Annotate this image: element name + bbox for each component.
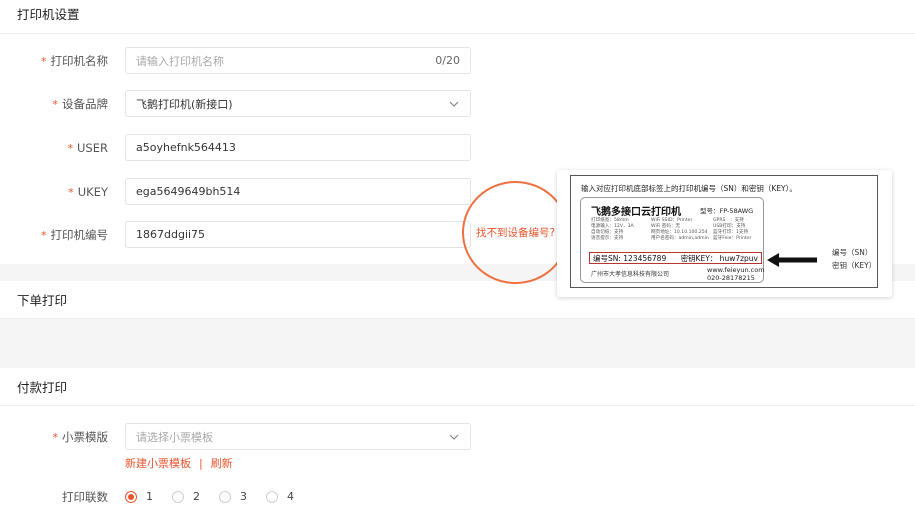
radio-icon: [266, 490, 278, 503]
copies-option-2[interactable]: 2: [172, 490, 200, 503]
sticker-key: 密钥KEY： huw7zpuv: [680, 253, 758, 263]
printer-name-label-text: 打印机名称: [50, 54, 109, 68]
ukey-label-text: UKEY: [77, 185, 108, 199]
printer-name-counter: 0/20: [435, 54, 460, 67]
brand-label-text: 设备品牌: [62, 97, 108, 111]
label-side-notes: 编号（SN） 密钥（KEY）: [832, 246, 876, 272]
not-found-hint-text: 找不到设备编号?: [475, 227, 556, 239]
required-mark: *: [52, 98, 59, 111]
required-mark: *: [41, 55, 47, 68]
template-select[interactable]: 请选择小票模板: [125, 423, 471, 450]
template-label-text: 小票模版: [62, 430, 108, 444]
printer-label-example: 输入对应打印机底部标签上的打印机编号（SN）和密钥（KEY）。 飞鹅多接口云打印…: [557, 170, 892, 297]
copies-option-label: 4: [287, 490, 294, 503]
printer-sn-label-text: 打印机编号: [50, 228, 109, 242]
copies-label: 打印联数: [62, 490, 108, 504]
sticker-contact: www.feieyun.com 020-28178215: [707, 266, 765, 282]
printer-name-input[interactable]: 请输入打印机名称 0/20: [125, 47, 471, 74]
sticker-model: 型号：FP-58AWG: [700, 207, 754, 215]
required-mark: *: [52, 431, 59, 444]
chevron-down-icon: [448, 431, 460, 443]
refresh-link[interactable]: 刷新: [211, 457, 233, 470]
user-label: * USER: [68, 134, 108, 162]
template-select-placeholder: 请选择小票模板: [136, 430, 213, 444]
brand-row: * 设备品牌 飞鹅打印机(新接口): [0, 90, 915, 118]
radio-icon: [125, 490, 137, 503]
sticker-sn-key-box: 编号SN: 123456789 密钥KEY： huw7zpuv: [589, 252, 762, 264]
user-label-text: USER: [77, 141, 108, 155]
required-mark: *: [67, 142, 74, 155]
printer-sticker: 飞鹅多接口云打印机 型号：FP-58AWG 打印纸宽：58mm WiFi SSI…: [580, 197, 765, 283]
side-key-note: 密钥（KEY）: [832, 261, 877, 270]
arrow-left-icon: [767, 252, 817, 268]
user-input-value: a5oyhefnk564413: [136, 141, 236, 154]
label-caption: 输入对应打印机底部标签上的打印机编号（SN）和密钥（KEY）。: [581, 184, 797, 193]
sticker-spec: 语音提示：支持: [591, 236, 624, 241]
ukey-input[interactable]: ega5649649bh514: [125, 178, 471, 205]
copies-option-1[interactable]: 1: [125, 490, 153, 503]
label-frame: 输入对应打印机底部标签上的打印机编号（SN）和密钥（KEY）。 飞鹅多接口云打印…: [570, 175, 878, 288]
copies-option-label: 2: [193, 490, 200, 503]
sticker-title: 飞鹅多接口云打印机: [591, 207, 681, 218]
printer-name-label: * 打印机名称: [41, 47, 108, 75]
chevron-down-icon: [448, 98, 460, 110]
printer-sn-input[interactable]: 1867ddgii75: [125, 221, 471, 248]
section-title-payment-print: 付款打印: [0, 368, 915, 406]
template-links: 新建小票模板 | 刷新: [125, 455, 233, 471]
sticker-website: www.feieyun.com: [707, 266, 765, 274]
sticker-spec: 蓝牙Feie：Printer: [713, 236, 752, 241]
ukey-input-value: ega5649649bh514: [136, 185, 241, 198]
printer-name-row: * 打印机名称 请输入打印机名称 0/20: [0, 47, 915, 75]
sticker-company: 广州市大孝信息科技有限公司: [591, 271, 670, 278]
user-input[interactable]: a5oyhefnk564413: [125, 134, 471, 161]
page: 打印机设置 * 打印机名称 请输入打印机名称 0/20 * 设备品牌 飞鹅打印机(新…: [0, 0, 915, 509]
required-mark: *: [41, 229, 47, 242]
radio-icon: [219, 490, 231, 503]
required-mark: *: [68, 186, 74, 199]
brand-select[interactable]: 飞鹅打印机(新接口): [125, 90, 471, 117]
new-template-link[interactable]: 新建小票模板: [125, 457, 191, 470]
sticker-sn: 编号SN: 123456789: [593, 253, 667, 263]
side-sn-note: 编号（SN）: [832, 248, 873, 257]
section-title-printer-settings: 打印机设置: [0, 0, 915, 34]
template-label: * 小票模版: [53, 423, 109, 451]
brand-label: * 设备品牌: [53, 90, 109, 118]
printer-name-placeholder: 请输入打印机名称: [136, 54, 224, 68]
sticker-phone: 020-28178215: [707, 274, 755, 282]
ukey-label: * UKEY: [68, 178, 108, 206]
link-separator: |: [199, 457, 203, 470]
copies-option-label: 3: [240, 490, 247, 503]
copies-radio-group: 1 2 3 4: [125, 490, 313, 503]
template-row: * 小票模版 请选择小票模板: [0, 423, 915, 451]
sticker-spec: 用户名密码：admin,admin: [651, 236, 709, 241]
copies-option-label: 1: [146, 490, 153, 503]
not-found-hint-circle[interactable]: 找不到设备编号?: [462, 181, 569, 284]
brand-select-value: 飞鹅打印机(新接口): [136, 97, 233, 111]
user-row: * USER a5oyhefnk564413: [0, 134, 915, 162]
printer-sn-label: * 打印机编号: [41, 221, 108, 249]
printer-sn-input-value: 1867ddgii75: [136, 228, 206, 241]
sticker-specs: 打印纸宽：58mm WiFi SSID：Printer GPRS ：支持 电源输…: [591, 218, 761, 242]
radio-icon: [172, 490, 184, 503]
copies-option-4[interactable]: 4: [266, 490, 294, 503]
copies-option-3[interactable]: 3: [219, 490, 247, 503]
